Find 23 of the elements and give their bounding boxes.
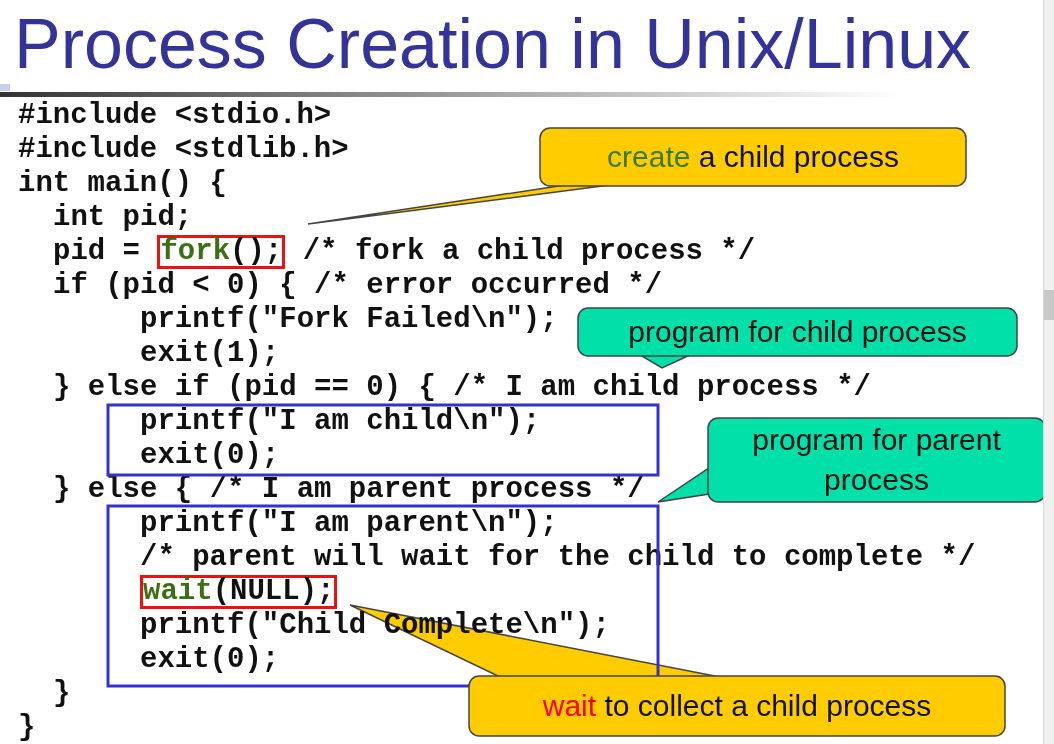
code-line: printf("I am child\n");	[140, 405, 541, 439]
callout-pointer	[657, 466, 710, 503]
callout-text: program for child process	[628, 314, 967, 350]
callout-text: create a child process	[607, 139, 899, 175]
code-line: pid = fork(); /* fork a child process */	[53, 235, 756, 269]
callout-text: wait to collect a child process	[542, 688, 932, 724]
accent-bar	[0, 84, 10, 91]
code-line: exit(0);	[140, 439, 280, 473]
code-line: if (pid < 0) { /* error occurred */	[53, 269, 663, 303]
code-line: }	[53, 677, 71, 711]
code-line: printf("Fork Failed\n");	[140, 303, 558, 337]
code-line: exit(1);	[140, 337, 280, 371]
code-line: exit(0);	[140, 643, 280, 677]
callout-text: program for parent process	[751, 422, 1002, 498]
code-line: } else if (pid == 0) { /* I am child process */	[53, 371, 871, 405]
code-line: #include <stdio.h>	[18, 99, 332, 133]
code-line: #include <stdlib.h>	[18, 133, 349, 167]
code-line: int pid;	[53, 201, 193, 235]
code-line: int main() {	[18, 167, 227, 201]
slide-title: Process Creation in Unix/Linux	[13, 4, 972, 84]
code-line: }	[18, 711, 36, 744]
scrollbar[interactable]	[1043, 0, 1054, 744]
code-line: printf("I am parent\n");	[140, 507, 558, 541]
